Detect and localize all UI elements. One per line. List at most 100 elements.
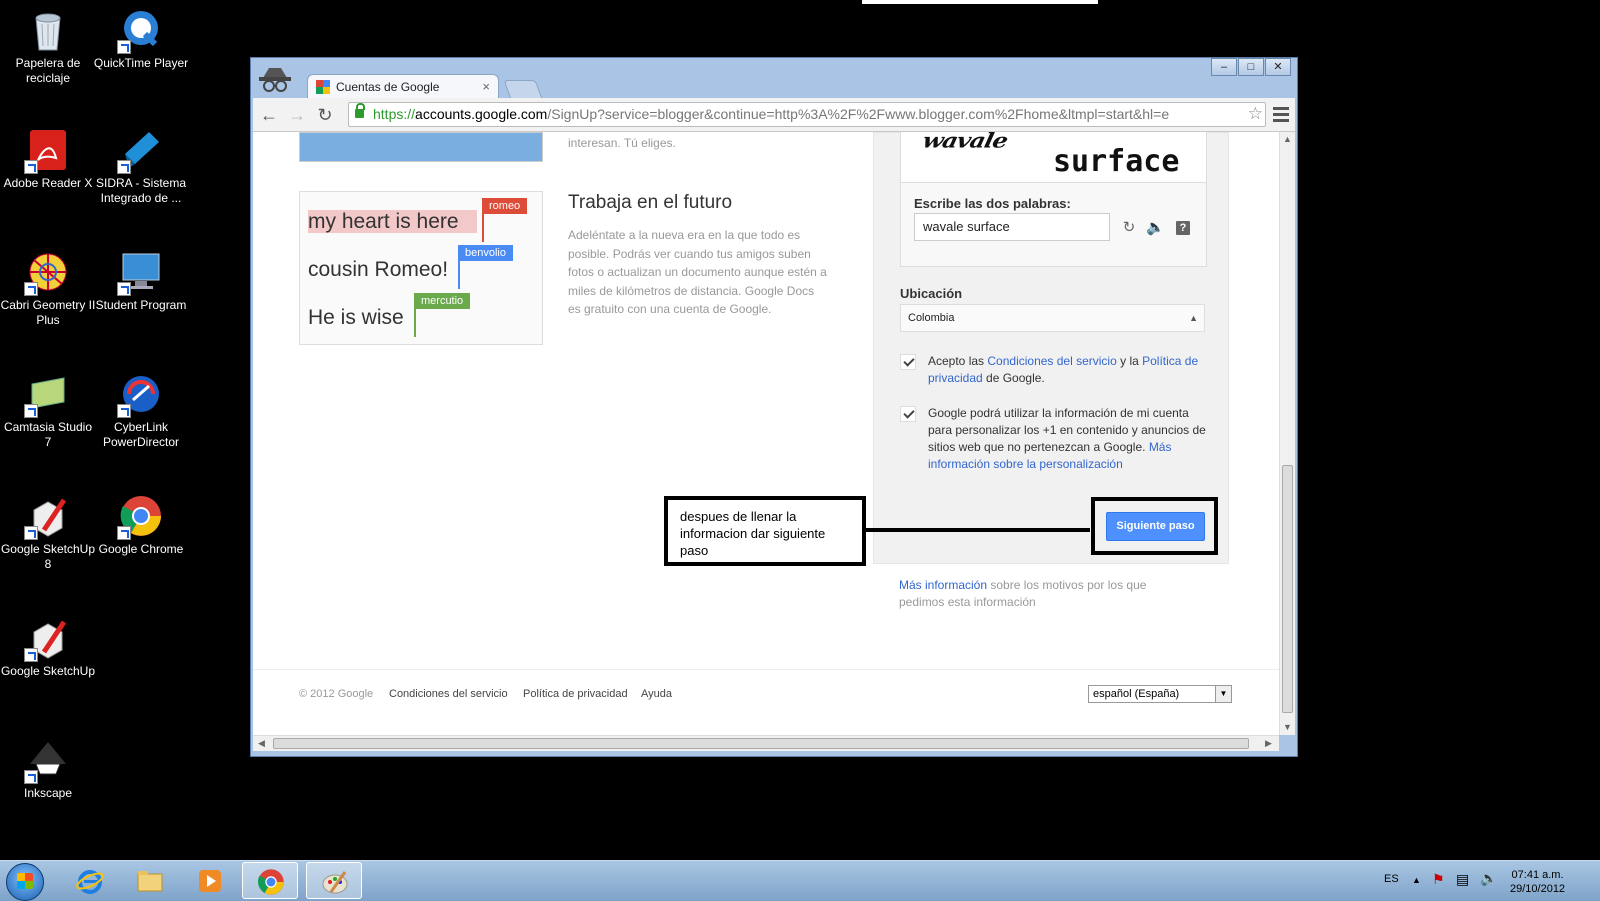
- select-arrows-icon: ▲: [1189, 313, 1198, 323]
- monitor-icon: [117, 250, 163, 296]
- taskbar-chrome[interactable]: [242, 862, 298, 899]
- taskbar-media-player[interactable]: [182, 862, 238, 899]
- close-window-button[interactable]: ✕: [1265, 58, 1291, 76]
- reload-icon[interactable]: ↻: [315, 105, 335, 125]
- desktop-icon-inkscape[interactable]: Inkscape: [0, 738, 96, 801]
- tab-cuentas-de-google[interactable]: Cuentas de Google ×: [307, 74, 499, 99]
- forward-icon[interactable]: →: [287, 105, 307, 125]
- scroll-left-icon[interactable]: ◀: [258, 738, 265, 749]
- desktop-icon-student-program[interactable]: Student Program: [93, 250, 189, 313]
- desktop-icon-label: Papelera de reciclaje: [15, 56, 81, 85]
- maximize-button[interactable]: □: [1238, 58, 1264, 76]
- location-select[interactable]: Colombia ▲: [900, 304, 1205, 332]
- annotation-box: despues de llenar la informacion dar sig…: [664, 496, 866, 566]
- start-button[interactable]: [6, 863, 44, 901]
- back-icon[interactable]: ←: [259, 105, 279, 125]
- captcha-label: Escribe las dos palabras:: [914, 196, 1071, 211]
- network-icon[interactable]: ▤: [1456, 871, 1469, 888]
- language-value: español (España): [1093, 688, 1180, 700]
- help-icon[interactable]: ?: [1176, 221, 1190, 235]
- action-center-icon[interactable]: ⚑: [1432, 871, 1445, 888]
- desktop-icon-label: QuickTime Player: [93, 56, 189, 70]
- cursor-benvolio: [458, 261, 460, 289]
- scroll-down-icon[interactable]: ▼: [1283, 722, 1292, 732]
- footer-privacy-link[interactable]: Política de privacidad: [523, 688, 628, 700]
- chrome-icon: [257, 868, 285, 896]
- vertical-scrollbar[interactable]: ▲ ▼: [1279, 132, 1295, 735]
- desktop-icon-sketchup[interactable]: Google SketchUp: [0, 616, 96, 679]
- new-tab-button[interactable]: [503, 80, 543, 99]
- more-info-text: Más información sobre los motivos por lo…: [899, 578, 1147, 609]
- desktop-icon-camtasia[interactable]: Camtasia Studio 7: [0, 372, 96, 450]
- minimize-button[interactable]: –: [1211, 58, 1237, 76]
- refresh-captcha-icon[interactable]: ↻: [1121, 220, 1137, 236]
- terms-checkbox[interactable]: [900, 354, 916, 370]
- desktop-icon-label: CyberLink PowerDirector: [102, 420, 180, 449]
- terms-of-service-link[interactable]: Condiciones del servicio: [987, 354, 1116, 368]
- personalization-text: Google podrá utilizar la información de …: [928, 406, 1206, 471]
- show-hidden-icons[interactable]: ▲: [1412, 875, 1421, 885]
- clock-date: 29/10/2012: [1510, 883, 1566, 895]
- signup-form-panel: wavale surface Escribe las dos palabras:…: [873, 132, 1229, 564]
- paint-icon: [321, 868, 349, 896]
- audio-captcha-icon[interactable]: 🔈: [1146, 220, 1165, 236]
- language-select[interactable]: español (España) ▼: [1088, 685, 1232, 703]
- lock-icon: [355, 103, 365, 118]
- scroll-right-icon[interactable]: ▶: [1265, 738, 1272, 749]
- media-player-icon: [196, 867, 224, 895]
- captcha-input[interactable]: wavale surface: [914, 213, 1110, 241]
- footer-terms-link[interactable]: Condiciones del servicio: [389, 688, 508, 700]
- desktop-icon-cabri[interactable]: Cabri Geometry II Plus: [0, 250, 96, 328]
- address-bar[interactable]: https://accounts.google.com/SignUp?servi…: [348, 102, 1266, 127]
- top-white-strip: [862, 0, 1098, 4]
- tab-title: Cuentas de Google: [336, 80, 440, 94]
- personalization-checkbox[interactable]: [900, 406, 916, 422]
- annotation-connector: [866, 528, 1090, 532]
- url-text: https://accounts.google.com/SignUp?servi…: [373, 106, 1170, 122]
- captcha-image: wavale surface: [901, 132, 1206, 183]
- tag-mercutio: mercutio: [414, 293, 471, 309]
- language-indicator[interactable]: ES: [1384, 873, 1399, 885]
- inkscape-icon: [24, 738, 70, 784]
- horizontal-scrollbar[interactable]: ◀ ▶: [253, 735, 1279, 751]
- taskbar-internet-explorer[interactable]: [62, 862, 118, 899]
- tab-close-icon[interactable]: ×: [482, 79, 490, 94]
- window-titlebar[interactable]: Cuentas de Google × – □ ✕: [251, 58, 1297, 99]
- footer-help-link[interactable]: Ayuda: [641, 688, 672, 700]
- sketchup-icon: [24, 616, 70, 662]
- volume-icon[interactable]: 🔈: [1480, 870, 1497, 887]
- desktop-icon-label: Cabri Geometry II Plus: [0, 298, 96, 327]
- sidra-icon: [117, 128, 163, 174]
- google-favicon-icon: [316, 80, 330, 94]
- desktop-icon-chrome[interactable]: Google Chrome: [93, 494, 189, 557]
- vertical-scroll-thumb[interactable]: [1282, 465, 1293, 713]
- captcha-word-1: wavale: [920, 132, 1010, 153]
- desktop-icon-cyberlink[interactable]: CyberLink PowerDirector: [93, 372, 189, 450]
- footer-copyright: © 2012 Google: [299, 688, 374, 700]
- bookmark-star-icon[interactable]: ☆: [1248, 104, 1263, 124]
- dropdown-arrow-icon: ▼: [1215, 686, 1231, 702]
- folder-icon: [136, 867, 164, 895]
- desktop-icon-sketchup8[interactable]: Google SketchUp 8: [0, 494, 96, 572]
- notes-demo-image: my heart is here romeo cousin Romeo! ben…: [299, 191, 543, 345]
- tag-romeo: romeo: [482, 198, 528, 214]
- desktop-icon-recycle-bin[interactable]: Papelera de reciclaje: [0, 8, 96, 86]
- promo-text-top: interesan. Tú eliges.: [568, 136, 676, 150]
- chrome-icon: [117, 494, 163, 540]
- desktop-icon-adobe-reader[interactable]: Adobe Reader X: [0, 128, 96, 191]
- desktop-icon-label: SIDRA - Sistema Integrado de ...: [95, 176, 187, 205]
- annotation-text: despues de llenar la informacion dar sig…: [680, 509, 826, 558]
- clock-time: 07:41 a.m.: [1511, 869, 1564, 881]
- cursor-romeo: [482, 214, 484, 242]
- browser-toolbar: ← → ↻ https://accounts.google.com/SignUp…: [253, 98, 1295, 132]
- sketchup-icon: [24, 494, 70, 540]
- scroll-up-icon[interactable]: ▲: [1283, 134, 1292, 144]
- chrome-menu-icon[interactable]: [1273, 104, 1289, 124]
- clock[interactable]: 07:41 a.m. 29/10/2012: [1510, 868, 1565, 896]
- more-info-link[interactable]: Más información: [899, 578, 987, 592]
- desktop-icon-quicktime[interactable]: QuickTime Player: [93, 8, 189, 71]
- taskbar-paint[interactable]: [306, 862, 362, 899]
- taskbar-explorer[interactable]: [122, 862, 178, 899]
- desktop-icon-sidra[interactable]: SIDRA - Sistema Integrado de ...: [93, 128, 189, 206]
- horizontal-scroll-thumb[interactable]: [273, 738, 1249, 749]
